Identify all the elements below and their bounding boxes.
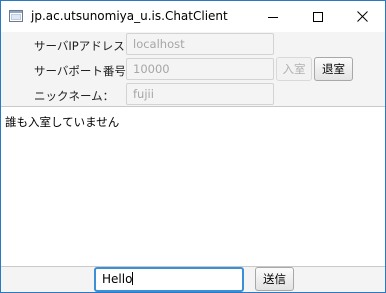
close-icon: [357, 11, 368, 22]
leave-room-button[interactable]: 退室: [314, 57, 353, 81]
message-input-text: Hello: [102, 272, 133, 286]
chat-client-window: jp.ac.utsunomiya_u.is.ChatClient サーバIPアド…: [0, 0, 386, 293]
minimize-icon: [267, 16, 278, 18]
window-title: jp.ac.utsunomiya_u.is.ChatClient: [31, 9, 228, 23]
nickname-label: ニックネーム：: [34, 89, 115, 103]
minimize-button[interactable]: [250, 1, 295, 32]
text-caret: [132, 272, 134, 285]
server-ip-label: サーバIPアドレス：: [34, 39, 137, 53]
enter-room-button[interactable]: 入室: [276, 57, 312, 81]
message-input[interactable]: Hello: [94, 267, 244, 292]
chat-log-area[interactable]: 誰も入室していません: [1, 106, 385, 267]
connection-form: サーバIPアドレス： localhost サーバポート番号： 10000 入室 …: [1, 32, 385, 105]
server-port-field[interactable]: 10000: [126, 58, 274, 80]
close-button[interactable]: [340, 1, 385, 32]
server-ip-field[interactable]: localhost: [126, 33, 274, 55]
maximize-icon: [312, 11, 323, 22]
message-bar: Hello 送信: [1, 266, 385, 292]
maximize-button[interactable]: [295, 1, 340, 32]
nickname-field[interactable]: fujii: [126, 83, 274, 105]
app-icon: [9, 10, 23, 22]
chat-log-text: 誰も入室していません: [5, 115, 120, 129]
title-bar: jp.ac.utsunomiya_u.is.ChatClient: [1, 1, 385, 32]
server-port-label: サーバポート番号：: [34, 64, 138, 78]
send-button[interactable]: 送信: [255, 267, 294, 291]
